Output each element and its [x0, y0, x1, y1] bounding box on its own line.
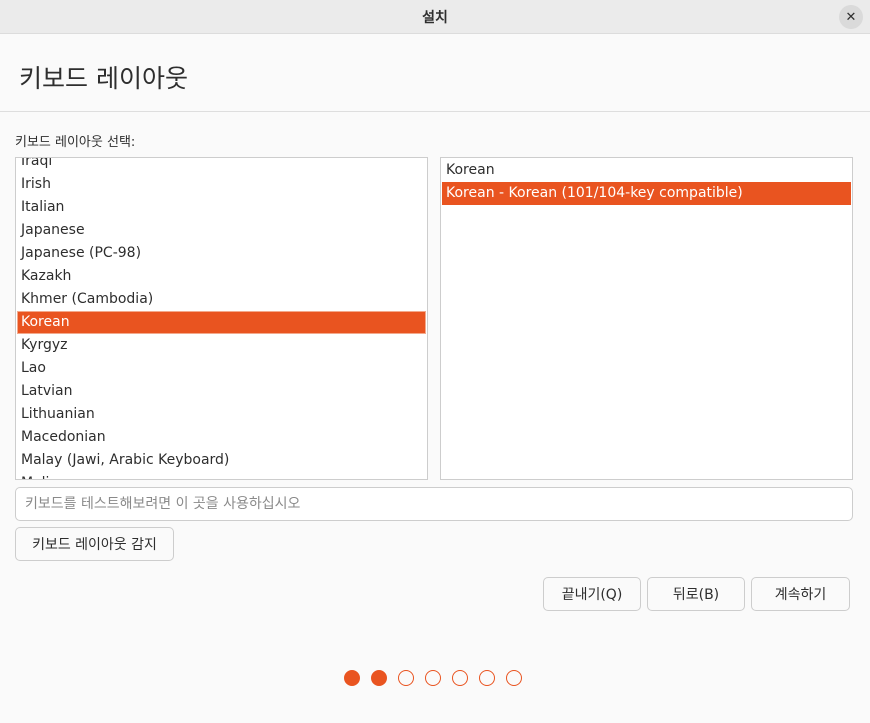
- window-titlebar: 설치 ✕: [0, 0, 870, 34]
- close-icon: ✕: [845, 9, 857, 25]
- progress-dot: [506, 670, 522, 686]
- layout-list-item[interactable]: Kazakh: [17, 265, 426, 288]
- layout-list[interactable]: Iraqi Irish Italian Japanese Japanese (PC-98…: [15, 157, 428, 480]
- layout-list-items: Iraqi Irish Italian Japanese Japanese (PC-98…: [16, 158, 427, 479]
- layout-list-item[interactable]: Latvian: [17, 380, 426, 403]
- variant-list-item[interactable]: Korean - Korean (101/104-key compatible): [442, 182, 851, 205]
- progress-dot: [452, 670, 468, 686]
- keyboard-test-input[interactable]: [15, 487, 853, 521]
- page-title: 키보드 레이아웃: [19, 64, 188, 93]
- close-button[interactable]: ✕: [839, 5, 863, 29]
- back-button[interactable]: 뒤로(B): [647, 577, 745, 611]
- layout-list-item[interactable]: Iraqi: [17, 158, 426, 173]
- layout-list-item[interactable]: Korean: [17, 311, 426, 334]
- continue-button[interactable]: 계속하기: [751, 577, 850, 611]
- variant-list-items: Korean Korean - Korean (101/104-key compa…: [441, 159, 852, 205]
- window-title: 설치: [422, 9, 448, 26]
- install-progress-dots: [344, 670, 522, 686]
- page-header: 키보드 레이아웃: [0, 34, 870, 112]
- layout-list-item[interactable]: Lithuanian: [17, 403, 426, 426]
- layout-list-item[interactable]: Kyrgyz: [17, 334, 426, 357]
- layout-list-item[interactable]: Japanese: [17, 219, 426, 242]
- progress-dot: [425, 670, 441, 686]
- layout-list-item[interactable]: Khmer (Cambodia): [17, 288, 426, 311]
- layout-list-item[interactable]: Irish: [17, 173, 426, 196]
- layout-list-item[interactable]: Japanese (PC-98): [17, 242, 426, 265]
- layout-list-item[interactable]: Italian: [17, 196, 426, 219]
- quit-button[interactable]: 끝내기(Q): [543, 577, 641, 611]
- progress-dot: [479, 670, 495, 686]
- variant-list[interactable]: Korean Korean - Korean (101/104-key compa…: [440, 157, 853, 480]
- layout-select-label: 키보드 레이아웃 선택:: [15, 135, 136, 150]
- progress-dot: [371, 670, 387, 686]
- variant-list-item[interactable]: Korean: [442, 159, 851, 182]
- progress-dot: [398, 670, 414, 686]
- layout-list-item[interactable]: Lao: [17, 357, 426, 380]
- layout-list-item[interactable]: Macedonian: [17, 426, 426, 449]
- layout-list-item[interactable]: Malay (Jawi, Arabic Keyboard): [17, 449, 426, 472]
- progress-dot: [344, 670, 360, 686]
- detect-layout-button[interactable]: 키보드 레이아웃 감지: [15, 527, 174, 561]
- layout-list-item[interactable]: Malian: [17, 472, 426, 479]
